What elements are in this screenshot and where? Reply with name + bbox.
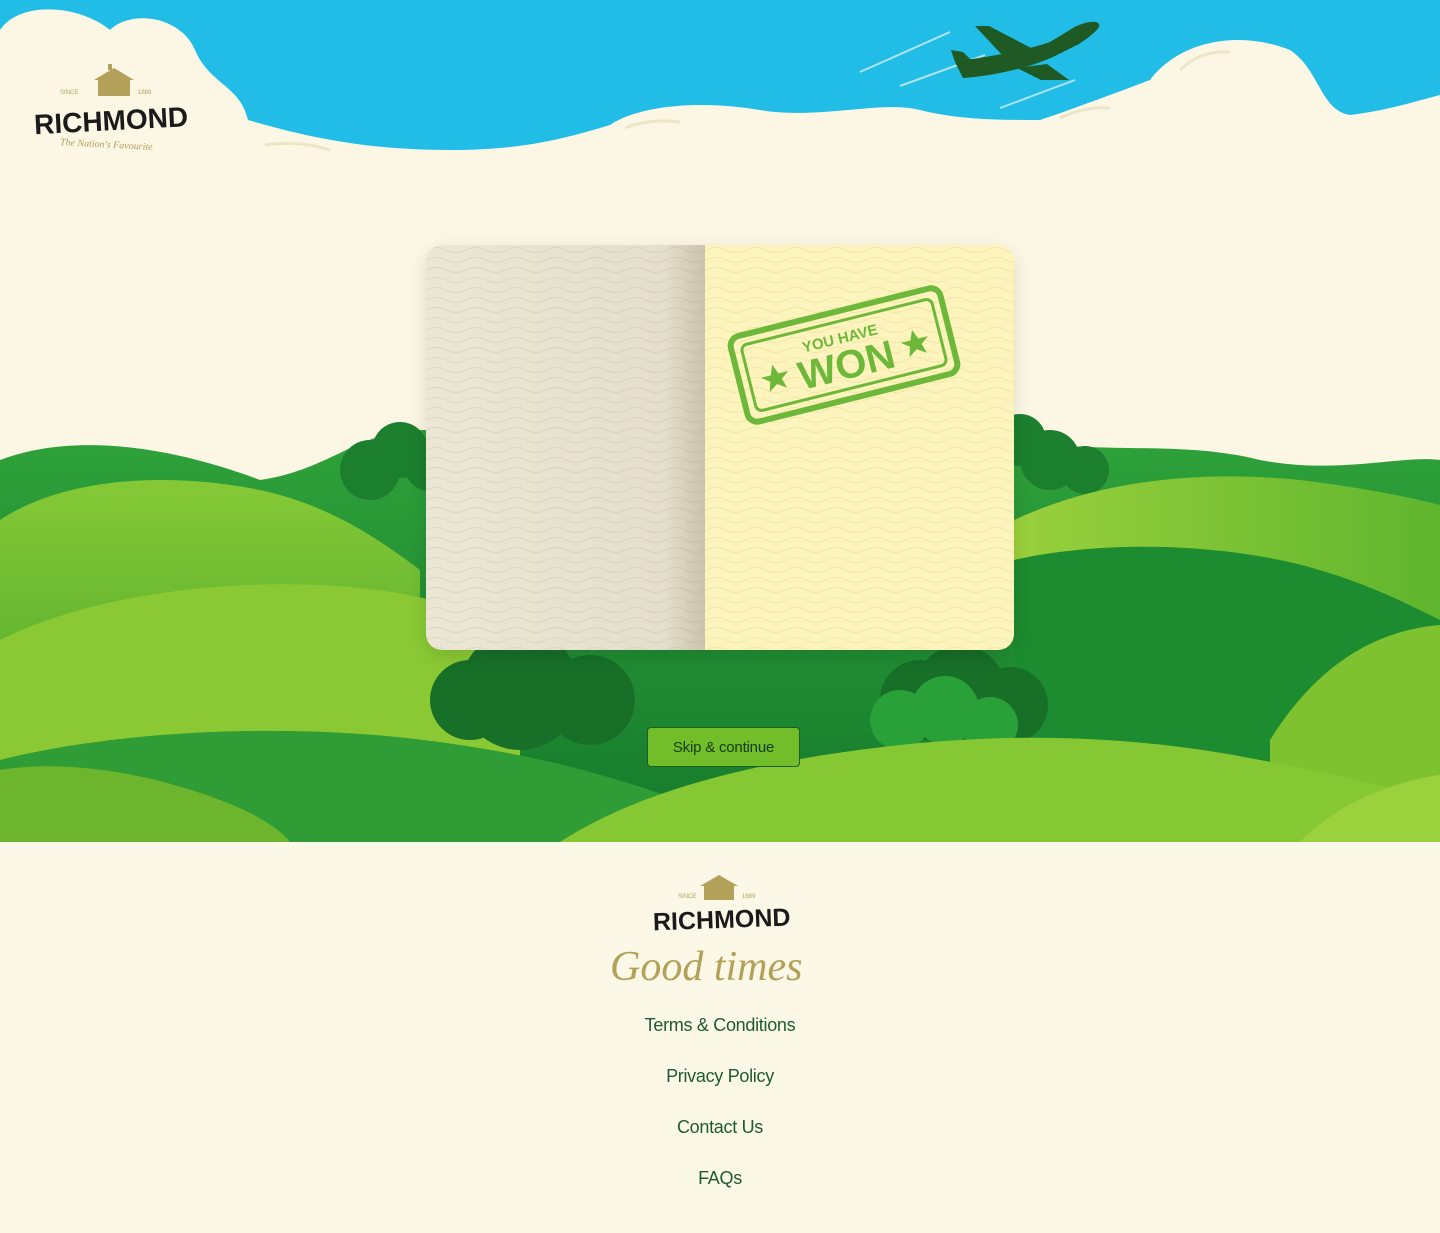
page: SINCE 1889 RICHMOND The Nation's Favouri… — [0, 0, 1440, 1233]
footer-nav: Terms & Conditions Privacy Policy Contac… — [0, 1010, 1440, 1214]
brand-year: 1889 — [138, 90, 152, 96]
footer-brand-wordmark: RICHMOND — [652, 904, 790, 937]
brand-logo[interactable]: SINCE 1889 RICHMOND The Nation's Favouri… — [30, 62, 200, 154]
footer: SINCE 1889 RICHMOND Good times Terms & C… — [0, 842, 1440, 1233]
contact-us-link[interactable]: Contact Us — [0, 1112, 1440, 1163]
skip-continue-button[interactable]: Skip & continue — [647, 727, 800, 767]
brand-tagline: The Nation's Favourite — [60, 137, 154, 153]
footer-slogan: Good times — [610, 944, 803, 990]
privacy-policy-link[interactable]: Privacy Policy — [0, 1061, 1440, 1112]
farmhouse-icon — [700, 875, 738, 900]
footer-brand-year: 1889 — [742, 894, 756, 900]
footer-brand-since: SINCE — [678, 894, 696, 900]
hero-scene: SINCE 1889 RICHMOND The Nation's Favouri… — [0, 0, 1440, 842]
brand-since: SINCE — [60, 90, 78, 96]
terms-conditions-link[interactable]: Terms & Conditions — [0, 1010, 1440, 1061]
faqs-link[interactable]: FAQs — [0, 1163, 1440, 1214]
passport-book: YOU HAVE WON — [426, 245, 1014, 650]
brand-wordmark: RICHMOND — [33, 101, 188, 140]
footer-logo[interactable]: SINCE 1889 RICHMOND Good times — [600, 872, 840, 1002]
farmhouse-icon — [94, 62, 134, 96]
